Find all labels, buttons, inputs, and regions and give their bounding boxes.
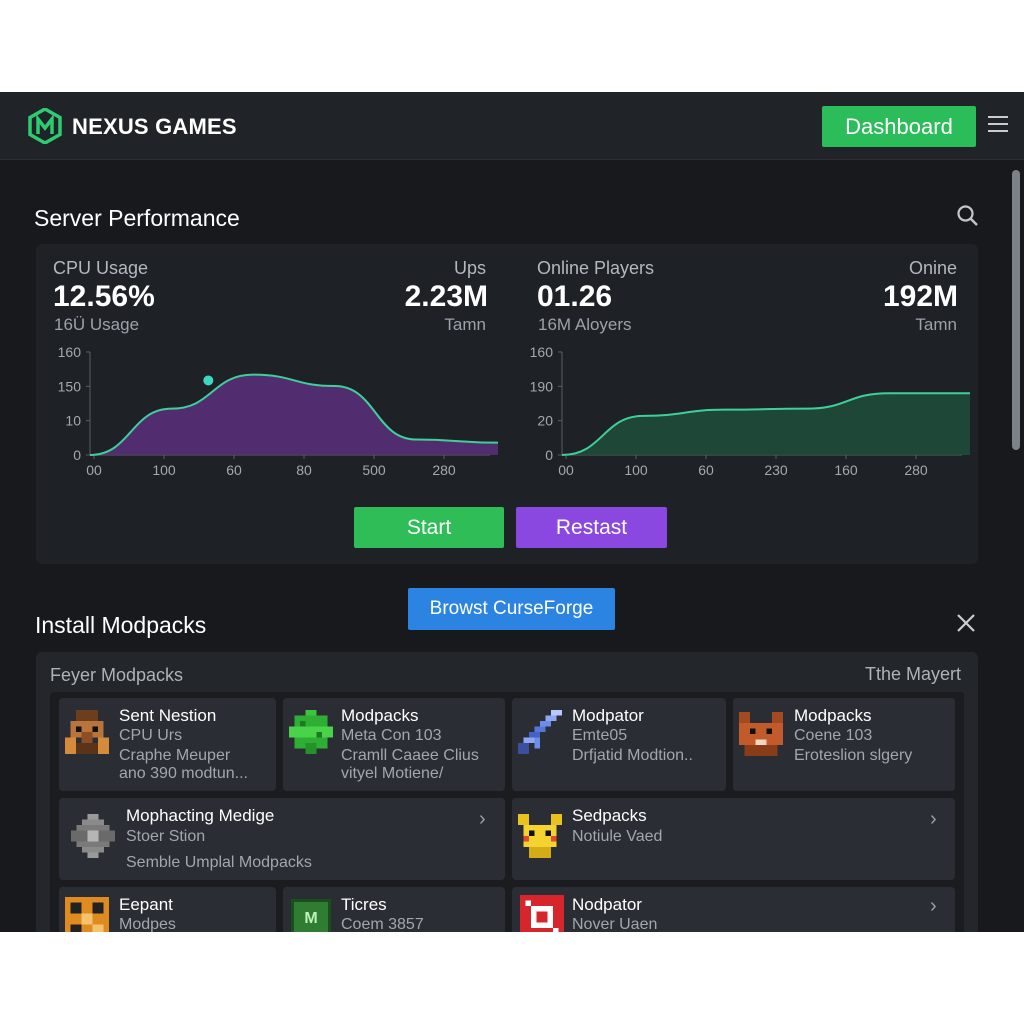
modpack-detail: Cramll Caaee Clius — [341, 747, 479, 764]
ups-label: Ups — [453, 258, 486, 278]
modpack-detail: Eroteslion slgery — [794, 747, 913, 764]
browse-curseforge-button[interactable]: Browst CurseForge — [408, 588, 615, 630]
nexus-logo-icon — [28, 108, 62, 144]
performance-title: Server Performance — [34, 205, 240, 231]
modpack-card[interactable]: Modpacks Meta Con 103 Cramll Caaee Clius… — [283, 698, 505, 791]
modpack-title: Ticres — [341, 895, 387, 914]
restart-button[interactable]: Restast — [516, 507, 667, 548]
y-tick-label: 190 — [530, 378, 554, 394]
modpack-detail: Coene 103 — [794, 727, 873, 744]
chevron-right-icon: › — [930, 808, 937, 830]
brand-name: NEXUS GAMES — [72, 114, 237, 139]
pixel-red-icon — [520, 895, 564, 932]
x-tick-label: 100 — [152, 462, 176, 478]
players-label: Online Players — [537, 258, 655, 278]
data-point-marker — [203, 375, 214, 386]
modpack-detail: Semble Umplal Modpacks — [126, 854, 312, 871]
pixel-orange-icon — [65, 897, 109, 932]
cpu-label: CPU Usage — [53, 258, 149, 278]
modpack-card[interactable]: Modpacks Coene 103 Eroteslion slgery — [733, 698, 955, 791]
modpack-detail: Stoer Stion — [126, 828, 206, 845]
modpack-title: Sedpacks — [572, 806, 647, 825]
modpacks-filter-label: Feyer Modpacks — [50, 665, 184, 685]
close-icon[interactable] — [955, 612, 977, 634]
modpacks-sort-label[interactable]: Tthe Mayert — [760, 664, 961, 685]
x-tick-label: 60 — [698, 462, 714, 478]
ups-value: 2.23M — [404, 280, 488, 313]
cpu-sub: 16Ü Usage — [54, 315, 140, 334]
x-tick-label: 280 — [432, 462, 456, 478]
modpacks-title: Install Modpacks — [35, 612, 207, 638]
modpack-title: Modpacks — [794, 706, 872, 725]
scrollbar[interactable] — [1012, 170, 1020, 450]
x-tick-label: 160 — [834, 462, 858, 478]
modpack-detail: Nover Uaen — [572, 916, 658, 932]
players-value: 01.26 — [537, 280, 613, 313]
chevron-right-icon: › — [479, 808, 486, 830]
y-tick-label: 160 — [58, 344, 82, 360]
modpack-title: Eepant — [119, 895, 173, 914]
modpack-title: Mophacting Medige — [126, 806, 275, 825]
x-tick-label: 230 — [764, 462, 788, 478]
modpack-detail: Meta Con 103 — [341, 727, 442, 744]
modpack-detail: ano 390 modtun... — [119, 765, 248, 782]
x-tick-label: 500 — [362, 462, 386, 478]
modpack-detail: Emte05 — [572, 727, 628, 744]
modpack-detail: vityel Motiene/ — [341, 765, 444, 782]
modpack-detail: Drfjatid Modtion.. — [572, 747, 693, 764]
y-tick-label: 0 — [73, 447, 81, 463]
x-tick-label: 00 — [558, 462, 574, 478]
modpack-detail: Modpes — [119, 916, 176, 932]
players-chart: 0 20 190 160 00 100 60 230 160 280 — [530, 344, 970, 478]
chevron-right-icon: › — [930, 895, 937, 917]
modpack-card[interactable]: Nodpator Nover Uaen › — [512, 887, 955, 932]
modpack-card[interactable]: M Ticres Coem 3857 — [283, 887, 505, 932]
modpack-card[interactable]: Modpator Emte05 Drfjatid Modtion.. — [512, 698, 726, 791]
y-tick-label: 160 — [530, 344, 554, 360]
y-tick-label: 20 — [537, 413, 553, 429]
modpack-title: Modpacks — [341, 706, 419, 725]
x-tick-label: 60 — [226, 462, 242, 478]
x-tick-label: 100 — [624, 462, 648, 478]
modpack-title: Sent Nestion — [119, 706, 217, 725]
pixel-fox-icon — [739, 712, 783, 756]
hamburger-menu-icon[interactable] — [988, 116, 1008, 134]
pixel-stone-icon — [71, 814, 115, 858]
dashboard-button[interactable]: Dashboard — [822, 106, 976, 147]
modpack-card[interactable]: Mophacting Medige Stoer Stion Semble Ump… — [59, 798, 505, 880]
modpack-card[interactable]: Sedpacks Notiule Vaed › — [512, 798, 955, 880]
modpack-card[interactable]: Sent Nestion CPU Urs Craphe Meuper ano 3… — [59, 698, 276, 791]
modpack-title: Modpator — [572, 706, 644, 725]
pixel-pikachu-icon — [518, 814, 562, 858]
online-sub: Tamn — [915, 315, 957, 334]
modpack-title: Nodpator — [572, 895, 642, 914]
online-value: 192M — [882, 280, 958, 313]
pixel-sword-icon — [518, 710, 562, 754]
x-tick-label: 00 — [86, 462, 102, 478]
app-window: NEXUS GAMES Dashboard Server Performance… — [0, 92, 1024, 932]
top-bar: NEXUS GAMES Dashboard — [0, 92, 1024, 160]
y-tick-label: 10 — [65, 413, 81, 429]
pixel-creeper-icon — [289, 710, 333, 754]
cpu-chart: 0 10 150 160 00 100 60 80 500 280 — [58, 344, 499, 478]
modpack-detail: CPU Urs — [119, 727, 183, 744]
x-tick-label: 80 — [296, 462, 312, 478]
pixel-villager-icon — [65, 710, 109, 754]
y-tick-label: 0 — [545, 447, 553, 463]
series-area — [90, 374, 498, 455]
modpack-card[interactable]: Eepant Modpes — [59, 887, 276, 932]
modpack-detail: Coem 3857 — [341, 916, 424, 932]
ups-sub: Tamn — [444, 315, 486, 334]
y-tick-label: 150 — [58, 378, 82, 394]
series-area — [562, 393, 970, 455]
players-sub: 16M Aloyers — [538, 315, 632, 334]
modpack-detail: Notiule Vaed — [572, 828, 663, 845]
start-button[interactable]: Start — [354, 507, 504, 548]
online-label: Onine — [908, 258, 957, 278]
cpu-value: 12.56% — [53, 280, 155, 313]
pixel-m-icon: M — [291, 899, 331, 932]
modpack-detail: Craphe Meuper — [119, 747, 231, 764]
x-tick-label: 280 — [904, 462, 928, 478]
search-icon[interactable] — [956, 204, 980, 228]
